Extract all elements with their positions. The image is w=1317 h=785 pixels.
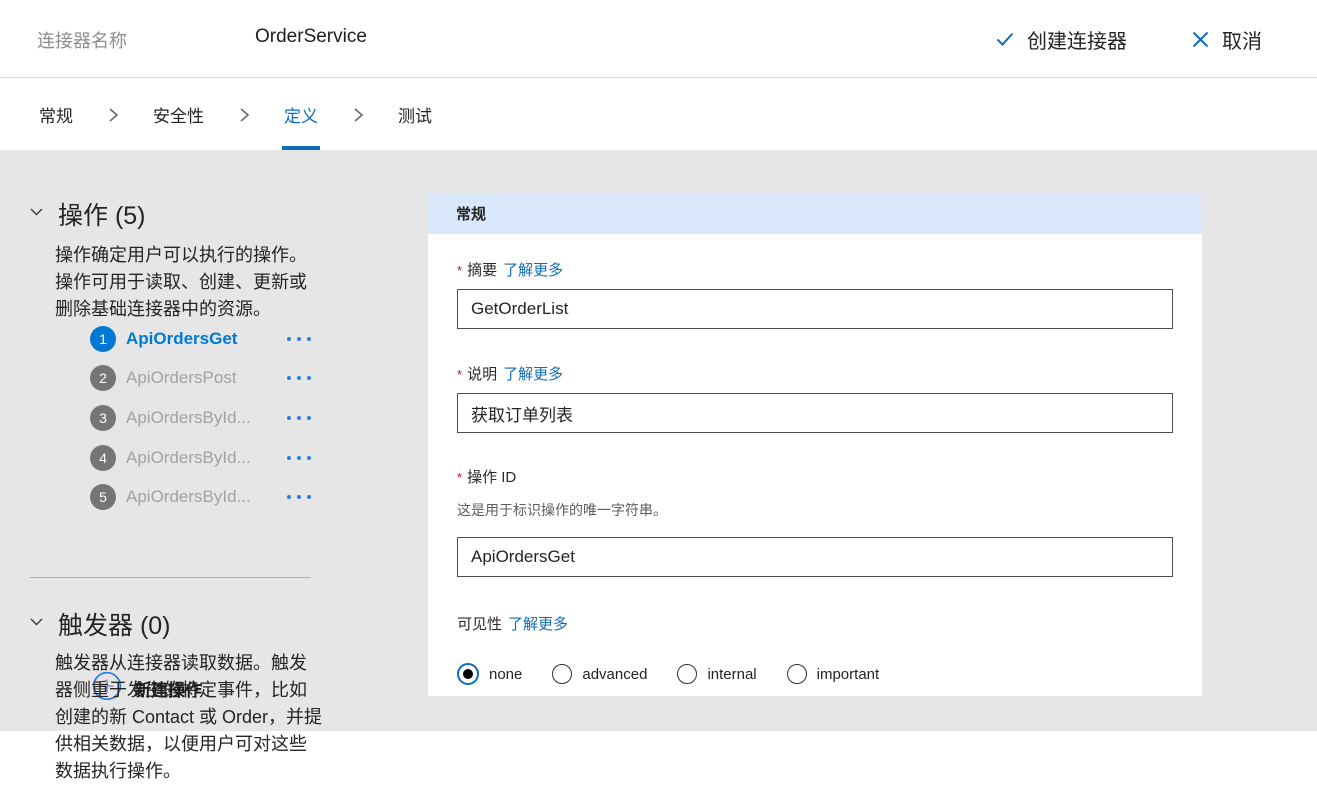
actions-section-title: 操作 (5) (58, 196, 146, 232)
description-learn-more-link[interactable]: 了解更多 (503, 363, 563, 384)
chevron-down-icon (28, 203, 45, 225)
radio-none-label: none (489, 666, 522, 683)
visibility-radio-group: none advanced internal important (457, 663, 1173, 685)
chevron-down-icon (28, 613, 45, 635)
required-mark: * (457, 470, 462, 485)
operation-item-apiordersget[interactable]: 1 ApiOrdersGet (90, 319, 315, 359)
visibility-learn-more-link[interactable]: 了解更多 (508, 613, 568, 634)
cancel-label: 取消 (1222, 25, 1262, 54)
radio-important[interactable]: important (787, 664, 880, 684)
close-icon (1191, 30, 1210, 49)
summary-learn-more-link[interactable]: 了解更多 (503, 259, 563, 280)
operation-item-apiorderspost[interactable]: 2 ApiOrdersPost (90, 359, 315, 399)
create-connector-label: 创建连接器 (1027, 25, 1127, 54)
tab-test-label: 测试 (398, 102, 432, 127)
more-options-icon[interactable] (287, 376, 315, 380)
tab-definition-label: 定义 (284, 102, 318, 127)
operation-id-hint: 这是用于标识操作的唯一字符串。 (457, 500, 1173, 520)
operation-label: ApiOrdersById... (126, 487, 251, 507)
description-field-label-row: * 说明 了解更多 (457, 363, 1173, 384)
radio-button-icon (677, 664, 697, 684)
topbar-actions: 创建连接器 取消 (995, 0, 1262, 78)
description-label: 说明 (467, 363, 497, 384)
operation-label: ApiOrdersGet (126, 329, 237, 349)
operation-label: ApiOrdersById... (126, 448, 251, 468)
operation-label: ApiOrdersPost (126, 368, 237, 388)
visibility-label: 可见性 (457, 613, 502, 634)
radio-button-icon (457, 663, 479, 685)
radio-button-icon (552, 664, 572, 684)
summary-label: 摘要 (467, 259, 497, 280)
tab-general-label: 常规 (39, 102, 73, 127)
definition-sidebar: 操作 (5) 操作确定用户可以执行的操作。操作可用于读取、创建、更新或删除基础连… (0, 150, 420, 731)
operation-id-label: 操作 ID (467, 466, 516, 487)
triggers-section-header[interactable]: 触发器 (0) (28, 606, 171, 642)
operation-number-badge: 1 (90, 326, 116, 352)
operation-id-field-label-row: * 操作 ID (457, 466, 1173, 487)
operation-item-apiordersbyid-5[interactable]: 5 ApiOrdersById... (90, 477, 315, 517)
wizard-tab-bar: 常规 安全性 定义 测试 (0, 79, 1317, 150)
operation-number-badge: 4 (90, 445, 116, 471)
radio-important-label: important (817, 666, 880, 683)
more-options-icon[interactable] (287, 337, 315, 341)
radio-advanced[interactable]: advanced (552, 664, 647, 684)
radio-button-icon (787, 664, 807, 684)
tab-general[interactable]: 常规 (37, 79, 75, 150)
create-connector-button[interactable]: 创建连接器 (995, 25, 1127, 54)
chevron-right-icon (237, 79, 251, 150)
summary-field-label-row: * 摘要 了解更多 (457, 259, 1173, 280)
operation-number-badge: 5 (90, 484, 116, 510)
sidebar-divider (30, 577, 311, 578)
panel-title: 常规 (456, 203, 486, 224)
required-mark: * (457, 367, 462, 382)
more-options-icon[interactable] (287, 495, 315, 499)
tab-definition[interactable]: 定义 (282, 79, 320, 150)
radio-internal[interactable]: internal (677, 664, 756, 684)
operation-number-badge: 3 (90, 405, 116, 431)
actions-section-header[interactable]: 操作 (5) (28, 196, 146, 232)
operation-label: ApiOrdersById... (126, 408, 251, 428)
operation-item-apiordersbyid-4[interactable]: 4 ApiOrdersById... (90, 438, 315, 478)
tab-security[interactable]: 安全性 (151, 79, 206, 150)
cancel-button[interactable]: 取消 (1191, 25, 1262, 54)
radio-internal-label: internal (707, 666, 756, 683)
top-command-bar: 连接器名称 OrderService 创建连接器 取消 (0, 0, 1317, 78)
more-options-icon[interactable] (287, 456, 315, 460)
operation-id-input[interactable] (457, 537, 1173, 577)
more-options-icon[interactable] (287, 416, 315, 420)
chevron-right-icon (106, 79, 120, 150)
tab-security-label: 安全性 (153, 102, 204, 127)
operation-number-badge: 2 (90, 365, 116, 391)
triggers-description: 触发器从连接器读取数据。触发器侧重于发生的特定事件，比如创建的新 Contact… (55, 650, 323, 785)
visibility-field-label-row: 可见性 了解更多 (457, 613, 1173, 634)
content-area: 操作 (5) 操作确定用户可以执行的操作。操作可用于读取、创建、更新或删除基础连… (0, 150, 1317, 731)
summary-input[interactable] (457, 289, 1173, 329)
radio-none[interactable]: none (457, 663, 522, 685)
required-mark: * (457, 263, 462, 278)
actions-description: 操作确定用户可以执行的操作。操作可用于读取、创建、更新或删除基础连接器中的资源。 (55, 242, 323, 323)
connector-name-label: 连接器名称 (37, 27, 127, 53)
tab-test[interactable]: 测试 (396, 79, 434, 150)
connector-name-value: OrderService (255, 26, 367, 48)
general-form-panel: 常规 * 摘要 了解更多 * 说明 了解更多 * 操作 ID 这是用于标识操作的… (428, 193, 1202, 696)
panel-header: 常规 (428, 193, 1202, 234)
chevron-right-icon (351, 79, 365, 150)
radio-advanced-label: advanced (582, 666, 647, 683)
description-input[interactable] (457, 393, 1173, 433)
operation-item-apiordersbyid-3[interactable]: 3 ApiOrdersById... (90, 398, 315, 438)
checkmark-icon (995, 29, 1015, 49)
operation-list: 1 ApiOrdersGet 2 ApiOrdersPost 3 ApiOrde… (90, 319, 315, 517)
panel-body: * 摘要 了解更多 * 说明 了解更多 * 操作 ID 这是用于标识操作的唯一字… (428, 259, 1202, 685)
triggers-section-title: 触发器 (0) (58, 606, 171, 642)
